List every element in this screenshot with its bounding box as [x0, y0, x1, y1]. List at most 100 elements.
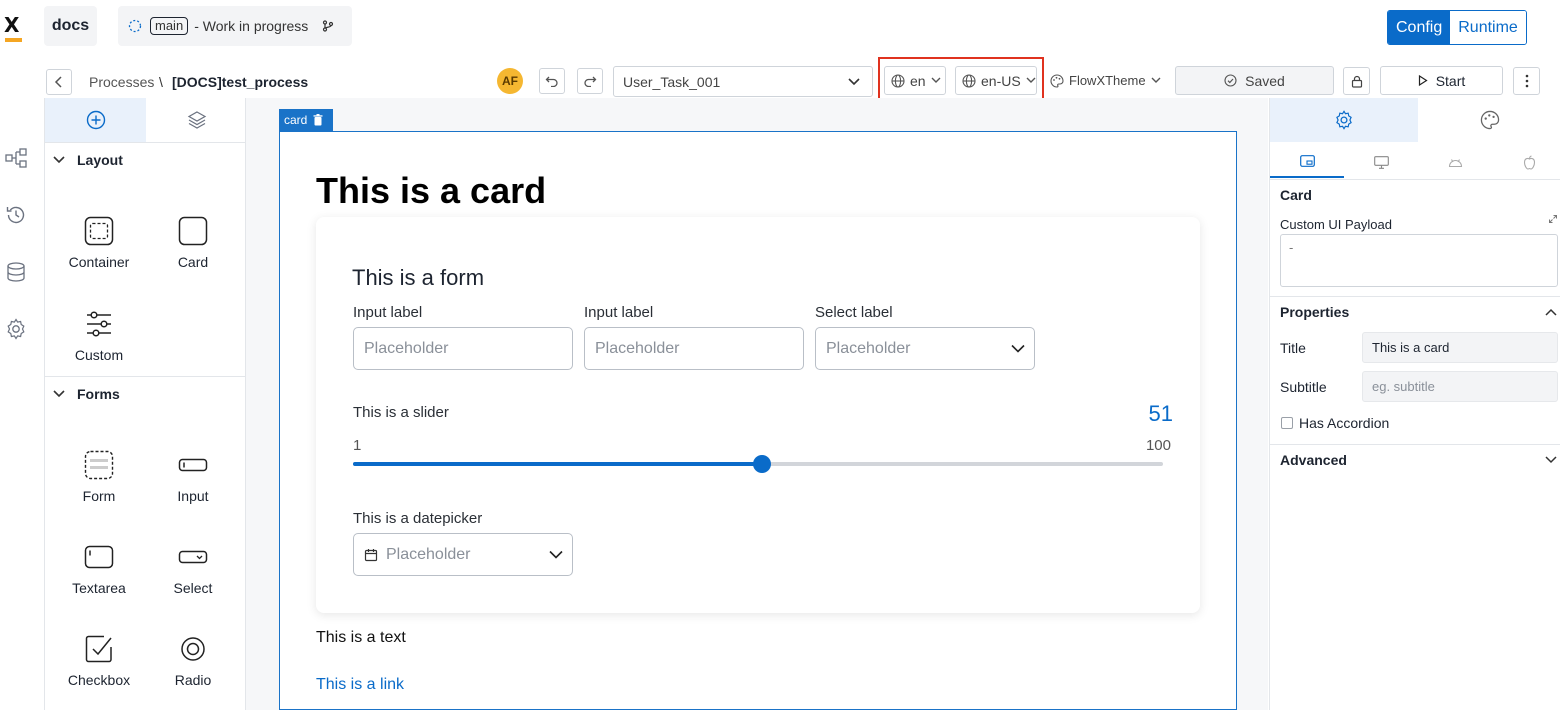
platform-tab-web[interactable]	[1270, 146, 1344, 178]
subtitle-placeholder: eg. subtitle	[1372, 379, 1435, 394]
trash-icon[interactable]	[313, 114, 323, 126]
text-component: This is a text	[316, 629, 406, 646]
back-button[interactable]	[46, 69, 72, 95]
component-type-title: Card	[1280, 187, 1312, 203]
monitor-icon	[1373, 155, 1389, 169]
input-1-placeholder: Placeholder	[364, 339, 449, 357]
settings-gear-icon[interactable]	[5, 318, 27, 340]
top-bar: X docs main - Work in progress Config Ru…	[0, 0, 1560, 56]
radio-icon	[181, 637, 205, 661]
project-name[interactable]: docs	[44, 6, 97, 46]
title-label: Title	[1280, 340, 1306, 356]
undo-button[interactable]	[539, 68, 565, 94]
tab-config[interactable]: Config	[1388, 11, 1451, 44]
platform-tab-desktop[interactable]	[1344, 146, 1418, 178]
undo-icon	[545, 76, 558, 87]
component-custom[interactable]: Custom	[54, 309, 144, 363]
form-title: This is a form	[352, 265, 485, 290]
form-container[interactable]: This is a form Input label Placeholder I…	[316, 217, 1200, 613]
payload-value: -	[1289, 240, 1294, 255]
node-select[interactable]: User_Task_001	[613, 66, 873, 97]
component-checkbox[interactable]: Checkbox	[54, 634, 144, 688]
section-forms-title: Forms	[77, 386, 120, 402]
slider-track[interactable]	[353, 455, 1163, 473]
tab-layers[interactable]	[146, 98, 247, 142]
start-button[interactable]: Start	[1380, 66, 1503, 95]
database-icon[interactable]	[5, 261, 27, 283]
selected-card-tag[interactable]: card	[279, 109, 333, 131]
section-layout-header[interactable]: Layout	[53, 152, 123, 168]
has-accordion-checkbox[interactable]	[1281, 417, 1293, 429]
check-circle-icon	[1224, 74, 1237, 87]
datepicker-field[interactable]: Placeholder	[353, 533, 573, 576]
branch-tag: main	[150, 17, 189, 35]
selected-card-tag-label: card	[284, 113, 308, 127]
select-field[interactable]: Placeholder	[815, 327, 1035, 370]
card-icon	[178, 216, 208, 246]
chevron-down-icon[interactable]	[1545, 456, 1557, 464]
avatar[interactable]: AF	[497, 68, 523, 94]
datepicker-placeholder: Placeholder	[386, 545, 471, 563]
chevron-left-icon	[54, 76, 62, 88]
palette-icon	[1480, 110, 1499, 130]
git-branch-icon	[323, 20, 334, 32]
advanced-header[interactable]: Advanced	[1280, 452, 1347, 468]
tab-runtime[interactable]: Runtime	[1450, 11, 1526, 44]
android-icon	[1448, 159, 1462, 168]
component-input-label: Input	[177, 488, 209, 504]
apple-icon	[1523, 154, 1535, 170]
container-icon	[84, 216, 114, 246]
logo-letter: X	[4, 13, 20, 37]
redo-icon	[584, 76, 597, 87]
link-component[interactable]: This is a link	[316, 676, 404, 694]
more-options-button[interactable]	[1513, 67, 1540, 95]
component-textarea[interactable]: Textarea	[54, 542, 144, 596]
component-form[interactable]: Form	[54, 450, 144, 504]
component-radio[interactable]: Radio	[148, 634, 238, 688]
component-radio-label: Radio	[174, 672, 212, 688]
input-field-2[interactable]: Placeholder	[584, 327, 804, 370]
subtitle-input[interactable]: eg. subtitle	[1362, 371, 1558, 402]
divider	[45, 376, 247, 377]
flowx-logo[interactable]: X	[4, 14, 24, 42]
platform-tab-ios[interactable]	[1492, 146, 1560, 178]
form-icon	[84, 450, 114, 480]
slider-max: 100	[1145, 437, 1171, 454]
component-card[interactable]: Card	[148, 216, 238, 270]
component-custom-label: Custom	[74, 347, 124, 363]
tab-styles[interactable]	[1418, 98, 1560, 142]
tab-settings[interactable]	[1270, 98, 1418, 142]
select-label: Select label	[815, 304, 893, 321]
component-input[interactable]: Input	[148, 450, 238, 504]
payload-label: Custom UI Payload	[1280, 217, 1392, 232]
expand-icon[interactable]	[1548, 214, 1558, 224]
branch-selector[interactable]: main - Work in progress	[118, 6, 352, 46]
payload-textarea[interactable]: -	[1280, 234, 1558, 287]
slider-label: This is a slider	[353, 404, 449, 421]
input-2-placeholder: Placeholder	[595, 339, 680, 357]
lock-button[interactable]	[1343, 67, 1370, 95]
slider-fill	[353, 462, 763, 466]
title-input[interactable]: This is a card	[1362, 332, 1558, 363]
redo-button[interactable]	[577, 68, 603, 94]
breadcrumb-processes[interactable]: Processes	[89, 74, 154, 90]
platform-tab-android[interactable]	[1418, 146, 1492, 178]
process-flow-icon[interactable]	[5, 147, 27, 169]
loading-spinner-icon	[128, 19, 142, 33]
component-checkbox-label: Checkbox	[67, 672, 131, 688]
input-field-1[interactable]: Placeholder	[353, 327, 573, 370]
slider-thumb[interactable]	[753, 455, 772, 473]
start-label: Start	[1435, 72, 1466, 89]
chevron-up-icon[interactable]	[1545, 308, 1557, 316]
component-select-label: Select	[173, 580, 213, 596]
theme-select[interactable]: FlowXTheme	[1050, 66, 1166, 95]
history-icon[interactable]	[5, 204, 27, 226]
components-panel: Layout Container Card Custom Forms Form …	[44, 98, 247, 710]
component-container[interactable]: Container	[54, 216, 144, 270]
select-placeholder: Placeholder	[826, 339, 911, 357]
tab-add-components[interactable]	[45, 98, 146, 142]
properties-header[interactable]: Properties	[1280, 304, 1349, 320]
section-forms-header[interactable]: Forms	[53, 386, 120, 402]
layers-icon	[187, 111, 206, 129]
component-select[interactable]: Select	[148, 542, 238, 596]
